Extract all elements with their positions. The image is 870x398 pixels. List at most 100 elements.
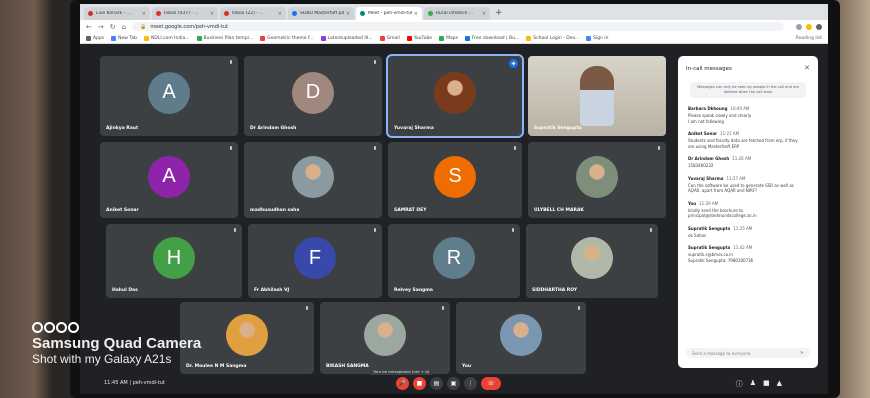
participant-tile[interactable]: H Hahul Das: [106, 224, 242, 298]
muted-mic-icon: [648, 228, 653, 234]
chat-time: 11:26 AM: [732, 156, 752, 161]
send-icon[interactable]: ➤: [800, 350, 804, 356]
tab-strip: Live Konark - ... × Inbox (437) - ... × Inbo…: [84, 7, 492, 20]
participant-tile[interactable]: BIKASH SANGMA: [320, 302, 450, 374]
participant-tile[interactable]: SIDDHARTHA ROY: [526, 224, 658, 298]
bookmark-icon: [196, 35, 202, 41]
bookmark-icon: [111, 35, 117, 41]
chat-message: Supratik Sengupta 11:35 AM ok Sahas: [688, 226, 810, 239]
bookmark-item[interactable]: Free download | Bu...: [464, 35, 519, 41]
browser-tab[interactable]: Inbox (22) - ... ×: [220, 7, 286, 20]
info-icon[interactable]: ⓘ: [736, 379, 743, 389]
reading-list[interactable]: Reading list: [796, 36, 822, 41]
participant-tile[interactable]: You: [456, 302, 586, 374]
new-tab-button[interactable]: +: [495, 7, 503, 20]
home-icon[interactable]: ⌂: [122, 23, 126, 31]
participant-name: You: [462, 364, 472, 369]
chat-time: 11:21 AM: [720, 131, 740, 136]
bookmark-item[interactable]: Maps: [439, 35, 458, 41]
tab-close-icon[interactable]: ×: [210, 11, 214, 17]
tab-close-icon[interactable]: ×: [278, 11, 282, 17]
participant-avatar: S: [434, 155, 476, 198]
forward-icon[interactable]: →: [98, 23, 104, 31]
tab-close-icon[interactable]: ×: [346, 11, 350, 17]
chat-sender-row: Supratik Sengupta 11:42 AM: [688, 245, 810, 250]
tab-close-icon[interactable]: ×: [414, 11, 418, 17]
browser-tab[interactable]: SOBO Masterfuff.pdf ×: [288, 7, 354, 20]
chat-icon[interactable]: ■: [763, 379, 770, 389]
participant-photo: [226, 314, 268, 357]
bookmark-item[interactable]: Geometric theme f...: [260, 35, 314, 41]
microphone-off-button[interactable]: 🎤: [396, 377, 409, 390]
bookmark-item[interactable]: Business Plan templ...: [196, 35, 253, 41]
browser-tab[interactable]: Meet - peh-vmdi-tut ×: [356, 7, 422, 20]
extension-icon[interactable]: [806, 23, 812, 30]
chat-text: AQAR, apart from AQAR and NIRF?: [688, 188, 758, 193]
chat-time: 11:42 AM: [733, 245, 753, 250]
participant-tile[interactable]: ULYBELL CH MARAK: [528, 142, 666, 218]
more-options-button[interactable]: ⋮: [464, 377, 477, 390]
leave-call-button[interactable]: ☏: [481, 377, 501, 390]
participant-tile[interactable]: R Relvey Sangma: [388, 224, 520, 298]
bookmark-item[interactable]: School Login - Dev...: [526, 35, 579, 41]
extension-icon[interactable]: [796, 23, 802, 30]
tab-close-icon[interactable]: ×: [482, 11, 486, 17]
chat-input[interactable]: Send a message to everyone ➤: [686, 348, 810, 358]
chat-sender: Barbara Dkhoung: [688, 106, 728, 111]
reload-icon[interactable]: ↻: [110, 23, 116, 31]
muted-mic-icon: [372, 60, 377, 66]
watermark-line2: Shot with my Galaxy A21s: [32, 352, 172, 366]
address-bar[interactable]: 🔒 meet.google.com/peh-vmdi-tut: [132, 22, 784, 31]
chat-time: 10:40 AM: [730, 106, 750, 111]
bookmark-item[interactable]: YouTube: [406, 35, 433, 41]
bookmark-item[interactable]: Gmail: [379, 35, 400, 41]
close-icon[interactable]: ✕: [804, 64, 810, 72]
bookmark-label: New Tab: [118, 35, 138, 41]
participant-tile[interactable]: D Dr Arindam Ghosh: [244, 56, 382, 136]
bookmark-icon: [406, 35, 412, 41]
bookmark-label: Geometric theme f...: [267, 35, 314, 41]
pin-icon[interactable]: ✦: [509, 59, 518, 68]
browser-tab[interactable]: Live Konark - ... ×: [84, 7, 150, 20]
bookmark-list: Apps New Tab NDLI.com India... Business Pla…: [86, 35, 615, 41]
bookmark-item[interactable]: NDLI.com India...: [144, 35, 190, 41]
muted-mic-icon: [576, 306, 581, 312]
chat-sender: Aniket Sonar: [688, 131, 718, 136]
watermark-line1: Samsung Quad Camera: [32, 335, 202, 352]
participant-tile[interactable]: Yuvaraj Sharma ✦: [386, 54, 524, 138]
url-text: meet.google.com/peh-vmdi-tut: [150, 23, 229, 30]
browser-tab[interactable]: Rural infotech ... ×: [424, 7, 490, 20]
participant-name: Aniket Sonar: [106, 208, 139, 213]
bookmark-item[interactable]: Sign in: [586, 35, 608, 41]
captions-button[interactable]: ▤: [430, 377, 443, 390]
activities-icon[interactable]: ▲: [777, 379, 782, 389]
back-icon[interactable]: ←: [86, 23, 92, 31]
camera-off-button[interactable]: ■: [413, 377, 426, 390]
participant-tile[interactable]: F Fr Abhilash VJ: [248, 224, 382, 298]
participant-tile[interactable]: Supratik Sengupta: [528, 56, 666, 136]
chat-input-placeholder: Send a message to everyone: [692, 350, 751, 356]
participant-tile[interactable]: S SAMRAT DEY: [388, 142, 522, 218]
chat-message: You 11:29 AM kindly send the brochure to pr…: [688, 201, 810, 219]
browser-tab[interactable]: Inbox (437) - ... ×: [152, 7, 218, 20]
bookmark-item[interactable]: Latentuploaded III...: [320, 35, 373, 41]
bookmark-icon: [526, 35, 532, 41]
participant-video: [580, 65, 614, 126]
tab-label: Inbox (437) - ...: [164, 11, 199, 16]
bookmark-icon: [320, 35, 326, 41]
participant-tile[interactable]: A Ajinkya Raut: [100, 56, 238, 136]
tab-close-icon[interactable]: ×: [142, 11, 146, 17]
bookmark-item[interactable]: New Tab: [111, 35, 138, 41]
bookmark-label: YouTube: [413, 35, 433, 41]
people-icon[interactable]: ♟: [750, 379, 756, 389]
present-button[interactable]: ▣: [447, 377, 460, 390]
participant-tile[interactable]: A Aniket Sonar: [100, 142, 238, 218]
participant-avatar: D: [292, 71, 334, 114]
bookmark-item[interactable]: Apps: [86, 35, 104, 41]
bookmark-icon: [439, 35, 445, 41]
bookmark-label: Maps: [446, 35, 458, 41]
tab-favicon-icon: [156, 11, 161, 16]
participant-name: SAMRAT DEY: [394, 208, 427, 213]
participant-tile[interactable]: madhusudhan saha: [244, 142, 382, 218]
profile-icon[interactable]: [816, 23, 822, 30]
